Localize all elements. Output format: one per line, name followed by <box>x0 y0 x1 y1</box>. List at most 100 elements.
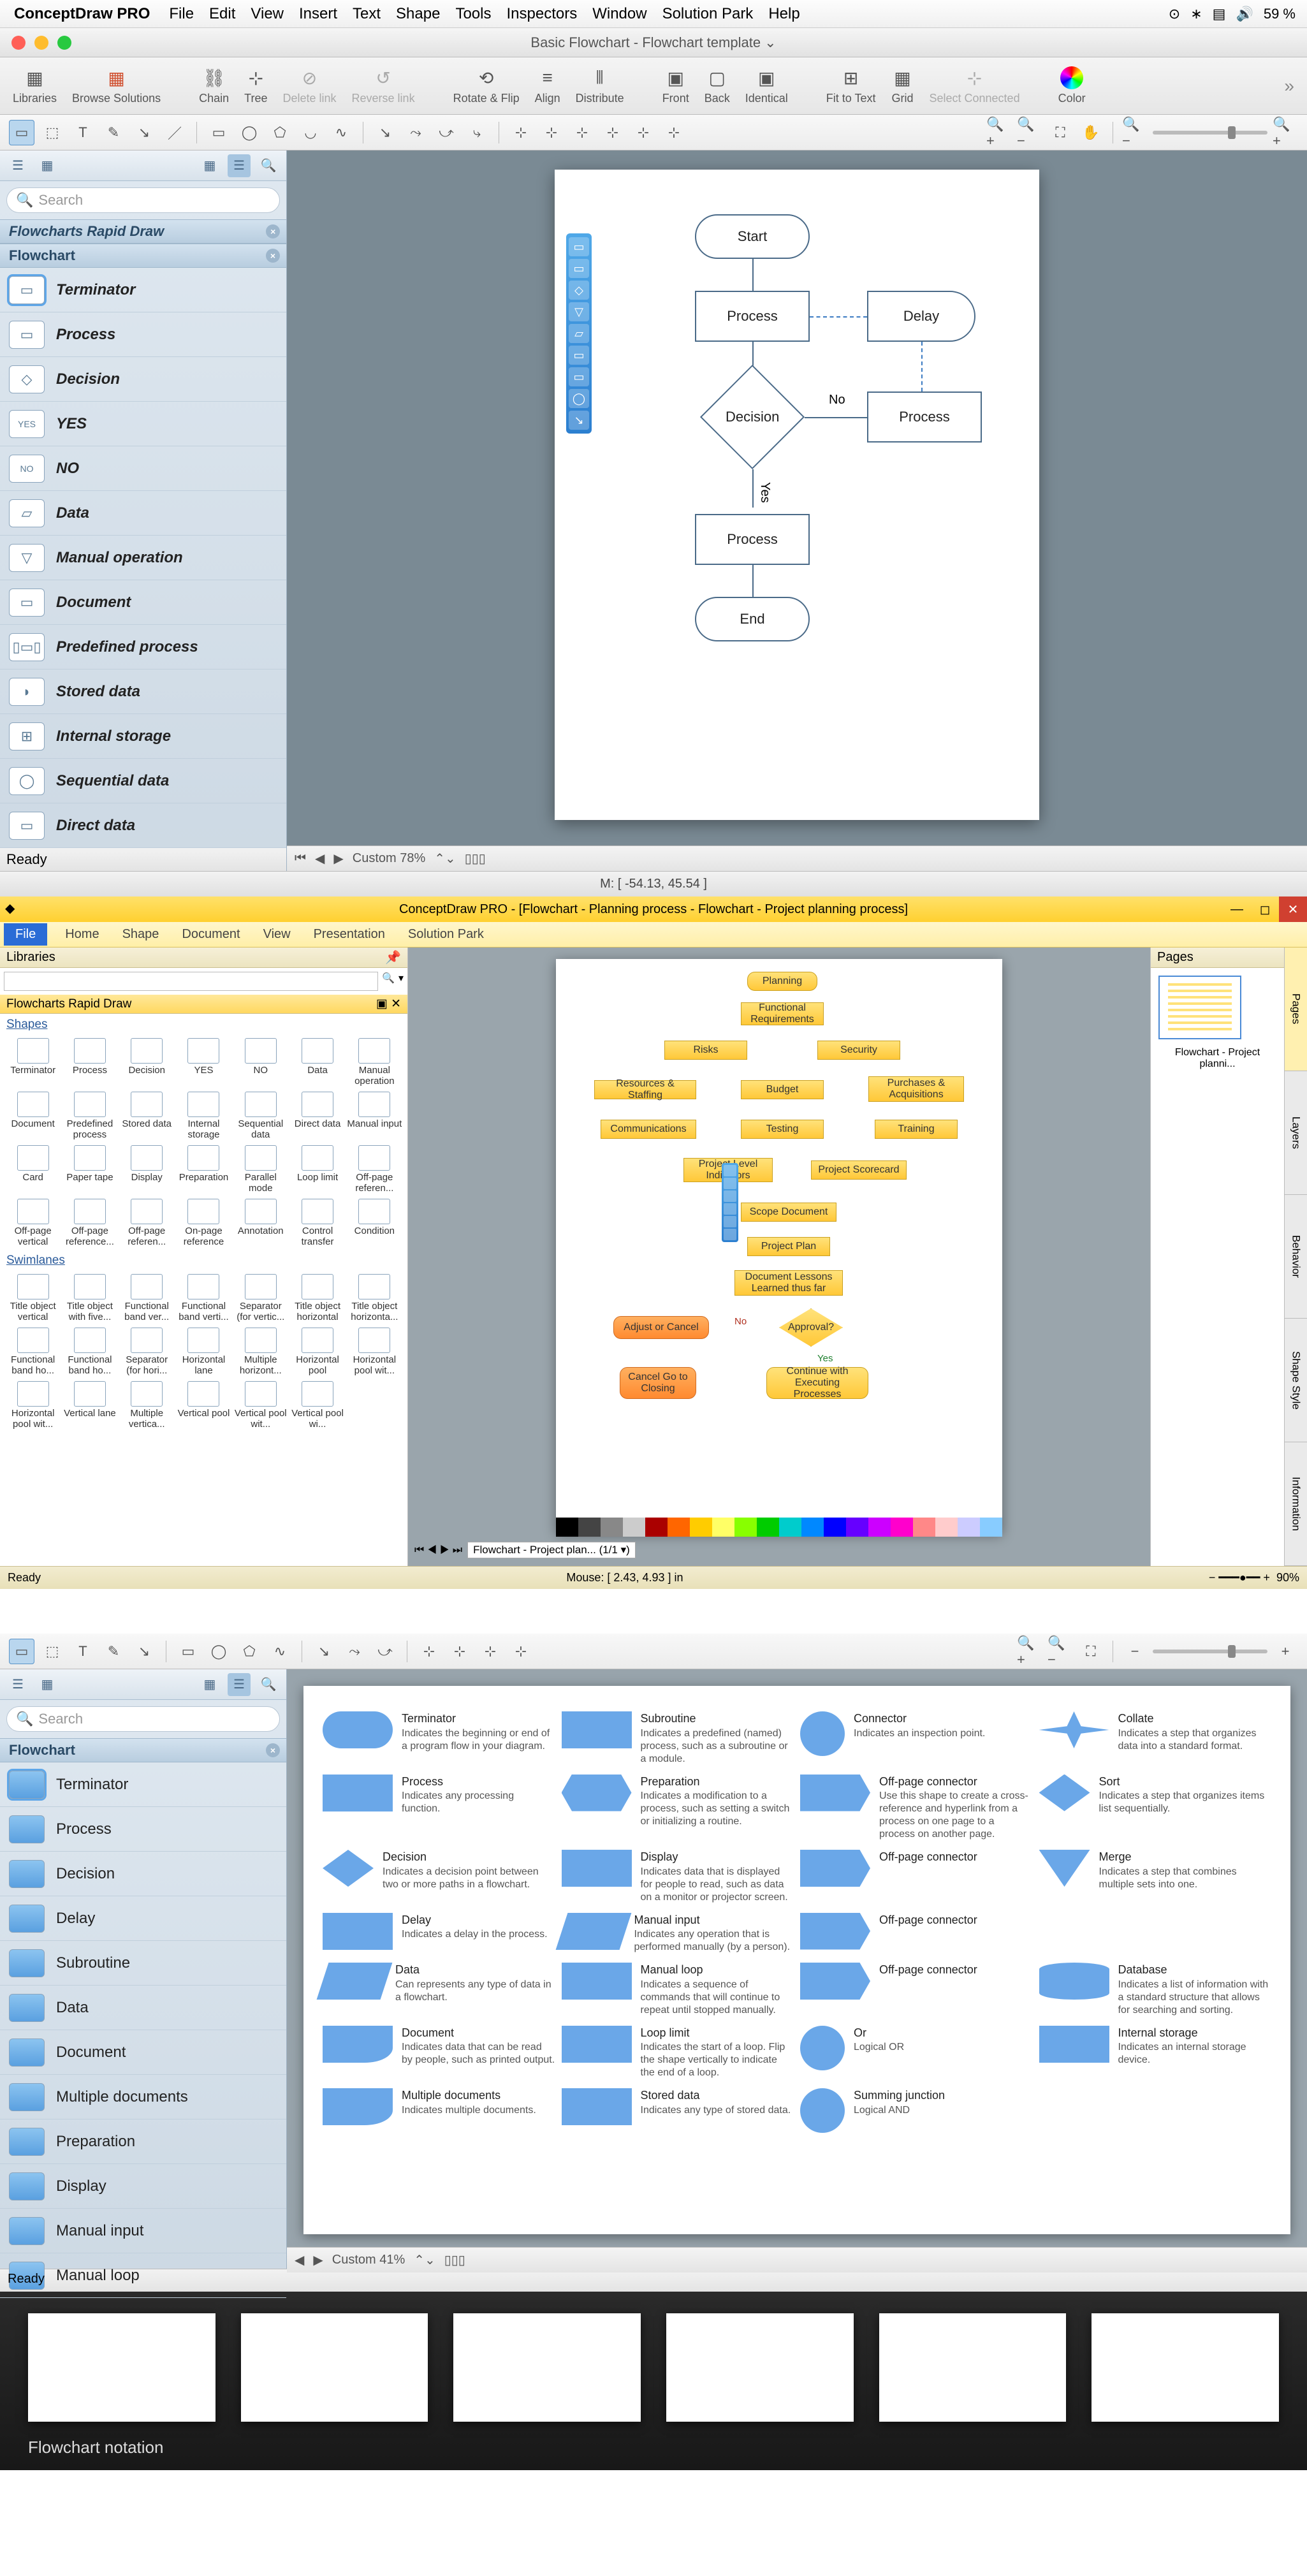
shape-off-page-referen-[interactable]: Off-page referen... <box>347 1145 402 1194</box>
ribbon-front[interactable]: ▣Front <box>662 66 689 105</box>
close-icon[interactable]: × <box>266 1743 280 1757</box>
lib-direct[interactable]: ▭Direct data <box>0 803 286 848</box>
shape-horizontal-lane[interactable]: Horizontal lane <box>176 1328 231 1376</box>
s3-lib-terminator[interactable]: Terminator <box>0 1762 286 1807</box>
tool-b[interactable]: ⬚ <box>40 1639 65 1664</box>
view-pages-icon[interactable]: ▯▯▯ <box>465 851 486 867</box>
node-decision[interactable]: Decision <box>700 365 805 469</box>
tab-pages[interactable]: Pages <box>1285 948 1307 1071</box>
rapid-bar[interactable]: ▭▭◇▽▱▭▭◯↘ <box>566 233 592 434</box>
node-delay[interactable]: Delay <box>867 291 975 342</box>
side-e[interactable]: 🔍 <box>257 1673 280 1696</box>
shape-manual-operation[interactable]: Manual operation <box>347 1038 402 1087</box>
shape-card[interactable]: Card <box>5 1145 61 1194</box>
close-icon[interactable]: × <box>266 224 280 238</box>
tool-o[interactable]: ⊹ <box>478 1639 503 1664</box>
zoom-slider[interactable] <box>1153 1650 1267 1653</box>
ribbon-libraries[interactable]: ▦Libraries <box>13 66 57 105</box>
app-name[interactable]: ConceptDraw PRO <box>14 5 150 23</box>
shape-multiple-vertica-[interactable]: Multiple vertica... <box>119 1381 175 1430</box>
zoom-plus[interactable]: + <box>1273 1639 1298 1664</box>
page[interactable]: ▭▭◇▽▱▭▭◯↘ Start Process Delay Decision N… <box>555 170 1039 820</box>
shape-horizontal-pool-wit-[interactable]: Horizontal pool wit... <box>5 1381 61 1430</box>
panel-flowchart[interactable]: Flowchart× <box>0 244 286 268</box>
zoom-label[interactable]: Custom 78% <box>353 851 426 866</box>
win-canvas[interactable]: Planning Functional Requirements Risks S… <box>408 948 1150 1566</box>
shape-functional-band-verti-[interactable]: Functional band verti... <box>176 1274 231 1322</box>
menu-solutionpark[interactable]: Solution Park <box>662 5 754 23</box>
s3-lib-display[interactable]: Display <box>0 2164 286 2209</box>
n-plan[interactable]: Project Plan <box>747 1237 830 1256</box>
shape-control-transfer[interactable]: Control transfer <box>289 1199 345 1247</box>
shape-decision[interactable]: Decision <box>119 1038 175 1087</box>
zoom-value[interactable]: 90% <box>1276 1571 1299 1584</box>
menu-view[interactable]: View <box>251 5 284 23</box>
zoom-button[interactable] <box>57 36 71 50</box>
tool-e[interactable]: ↘ <box>131 1639 157 1664</box>
s3-lib-subroutine[interactable]: Subroutine <box>0 1941 286 1986</box>
tool-m[interactable]: ⊹ <box>416 1639 442 1664</box>
tool-l[interactable]: ⤻ <box>372 1639 398 1664</box>
tool-conn-round[interactable]: ⤷ <box>464 120 490 145</box>
zoom-in-icon[interactable]: + <box>1263 1571 1270 1584</box>
tab-information[interactable]: Information <box>1285 1442 1307 1566</box>
zoom-in-icon[interactable]: 🔍+ <box>1017 1639 1042 1664</box>
ribbon-color[interactable]: Color <box>1058 66 1086 105</box>
shape-stored-data[interactable]: Stored data <box>119 1092 175 1140</box>
shape-separator-for-hori-[interactable]: Separator (for hori... <box>119 1328 175 1376</box>
pin-icon[interactable]: 📌 <box>385 949 401 965</box>
nav-prev-icon[interactable]: ◀ <box>315 851 325 867</box>
tool-chain4[interactable]: ⊹ <box>600 120 625 145</box>
shape-vertical-pool-wi-[interactable]: Vertical pool wi... <box>289 1381 345 1430</box>
zoom-stepper[interactable]: ⌃⌄ <box>414 2252 435 2268</box>
shape-sequential-data[interactable]: Sequential data <box>233 1092 288 1140</box>
zoom-label[interactable]: Custom 41% <box>332 2253 405 2267</box>
shape-functional-band-ver-[interactable]: Functional band ver... <box>119 1274 175 1322</box>
ribbon-rotate[interactable]: ⟲Rotate & Flip <box>453 66 520 105</box>
ribbon-chain[interactable]: ⛓Chain <box>199 66 229 105</box>
win-close[interactable]: ✕ <box>1279 896 1307 922</box>
zoom-fit-icon[interactable]: ⛶ <box>1078 1639 1104 1664</box>
ribbon-distribute[interactable]: ⫴Distribute <box>576 66 624 105</box>
s3-canvas[interactable]: TerminatorIndicates the beginning or end… <box>287 1669 1307 2269</box>
n-comms[interactable]: Communications <box>601 1120 696 1139</box>
n-scope[interactable]: Scope Document <box>741 1203 836 1222</box>
tab-behavior[interactable]: Behavior <box>1285 1195 1307 1319</box>
lib-yes[interactable]: YESYES <box>0 402 286 446</box>
n-scorecard[interactable]: Project Scorecard <box>811 1160 907 1180</box>
lib-stored[interactable]: ◗Stored data <box>0 670 286 714</box>
shape-title-object-with-five-[interactable]: Title object with five... <box>62 1274 117 1322</box>
shape-no[interactable]: NO <box>233 1038 288 1087</box>
tool-select[interactable]: ▭ <box>9 1639 34 1664</box>
menu-text[interactable]: Text <box>353 5 381 23</box>
tool-lasso[interactable]: ⬚ <box>40 120 65 145</box>
tab-layers[interactable]: Layers <box>1285 1071 1307 1195</box>
tool-zoomin[interactable]: 🔍+ <box>986 120 1012 145</box>
tool-bezier[interactable]: ∿ <box>328 120 354 145</box>
page-thumb[interactable] <box>1158 976 1241 1039</box>
s3-lib-manual-input[interactable]: Manual input <box>0 2209 286 2253</box>
n-continue[interactable]: Continue with Executing Processes <box>766 1367 868 1399</box>
shape-paper-tape[interactable]: Paper tape <box>62 1145 117 1194</box>
win-page[interactable]: Planning Functional Requirements Risks S… <box>556 959 1002 1533</box>
n-planning[interactable]: Planning <box>747 972 817 991</box>
s3-lib-process[interactable]: Process <box>0 1807 286 1852</box>
win-min[interactable]: — <box>1223 896 1251 922</box>
lib-manualop[interactable]: ▽Manual operation <box>0 536 286 580</box>
shape-predefined-process[interactable]: Predefined process <box>62 1092 117 1140</box>
n-security[interactable]: Security <box>817 1041 900 1060</box>
menu-inspectors[interactable]: Inspectors <box>506 5 577 23</box>
n-resources[interactable]: Resources & Staffing <box>594 1080 696 1099</box>
gallery-thumb-6[interactable] <box>1092 2313 1279 2422</box>
tool-line[interactable]: ／ <box>162 120 187 145</box>
tool-chain5[interactable]: ⊹ <box>631 120 656 145</box>
s3-lib-data[interactable]: Data <box>0 1986 286 2030</box>
wifi-icon[interactable]: ⊙ <box>1169 6 1180 22</box>
side-list-icon[interactable]: ☰ <box>228 154 251 177</box>
tool-text[interactable]: T <box>70 120 96 145</box>
lib-menu-icon[interactable]: ▾ <box>398 972 404 991</box>
nav-prev-icon[interactable]: ◀ <box>295 2252 304 2268</box>
menu-view[interactable]: View <box>252 923 302 946</box>
section-swimlanes[interactable]: Swimlanes <box>0 1250 407 1271</box>
tool-chain2[interactable]: ⊹ <box>539 120 564 145</box>
